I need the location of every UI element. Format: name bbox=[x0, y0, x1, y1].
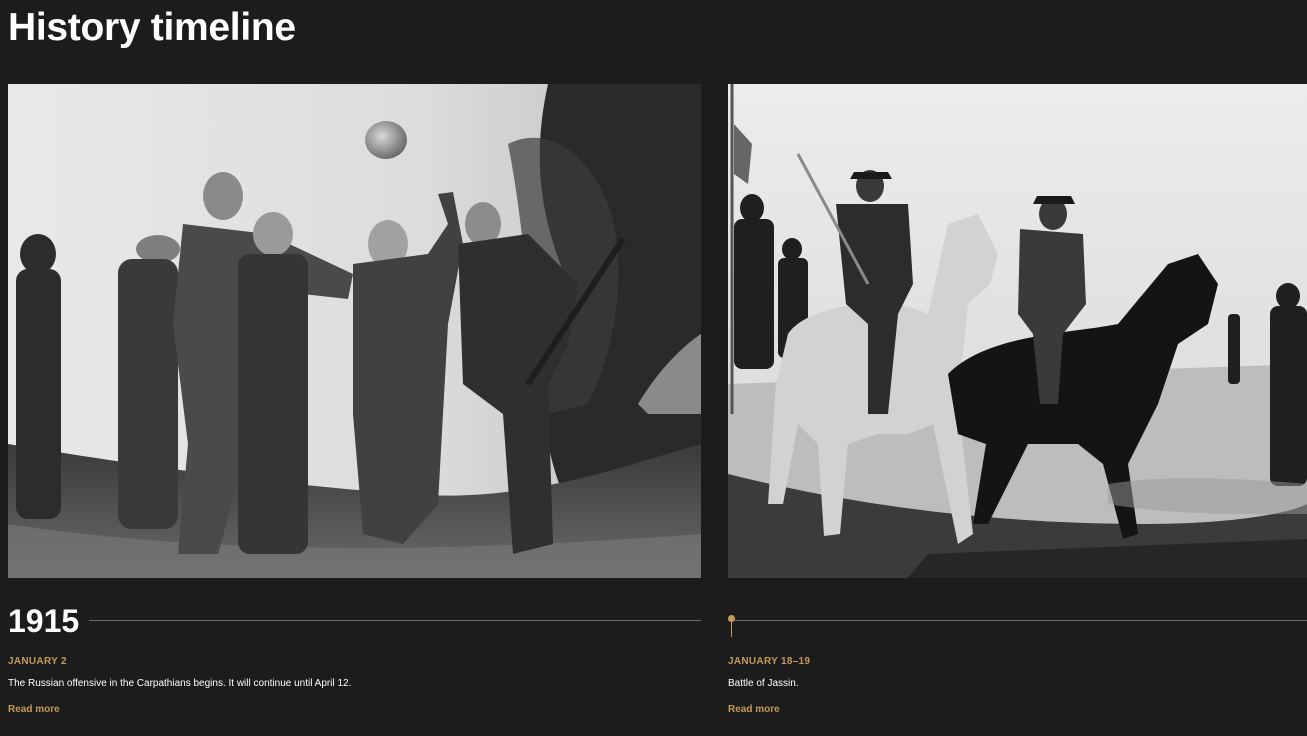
timeline-year: 1915 bbox=[8, 603, 80, 639]
entry-date: JANUARY 2 bbox=[8, 656, 67, 667]
page-title: History timeline bbox=[8, 6, 296, 49]
year-row: 1915 bbox=[8, 604, 701, 638]
history-timeline-page: History timeline 1915 JANUARY 2 The Russ… bbox=[0, 0, 1307, 736]
timeline-marker-stem bbox=[731, 619, 732, 637]
soldiers-photo-image bbox=[8, 84, 701, 578]
entry-date: JANUARY 18–19 bbox=[728, 656, 811, 667]
entry-description: The Russian offensive in the Carpathians… bbox=[8, 678, 352, 689]
timeline-divider bbox=[89, 620, 701, 621]
cavalry-photo-image bbox=[728, 84, 1307, 578]
entry-description: Battle of Jassin. bbox=[728, 678, 799, 689]
soldiers-celebrating-photo[interactable] bbox=[8, 84, 701, 578]
timeline-divider bbox=[728, 620, 1307, 621]
read-more-link[interactable]: Read more bbox=[8, 704, 60, 715]
read-more-link[interactable]: Read more bbox=[728, 704, 780, 715]
timeline-entry: JANUARY 18–19 Battle of Jassin. Read mor… bbox=[728, 84, 1307, 715]
timeline-entry: 1915 JANUARY 2 The Russian offensive in … bbox=[8, 84, 701, 715]
year-row bbox=[728, 604, 1307, 638]
cavalry-officers-photo[interactable] bbox=[728, 84, 1307, 578]
